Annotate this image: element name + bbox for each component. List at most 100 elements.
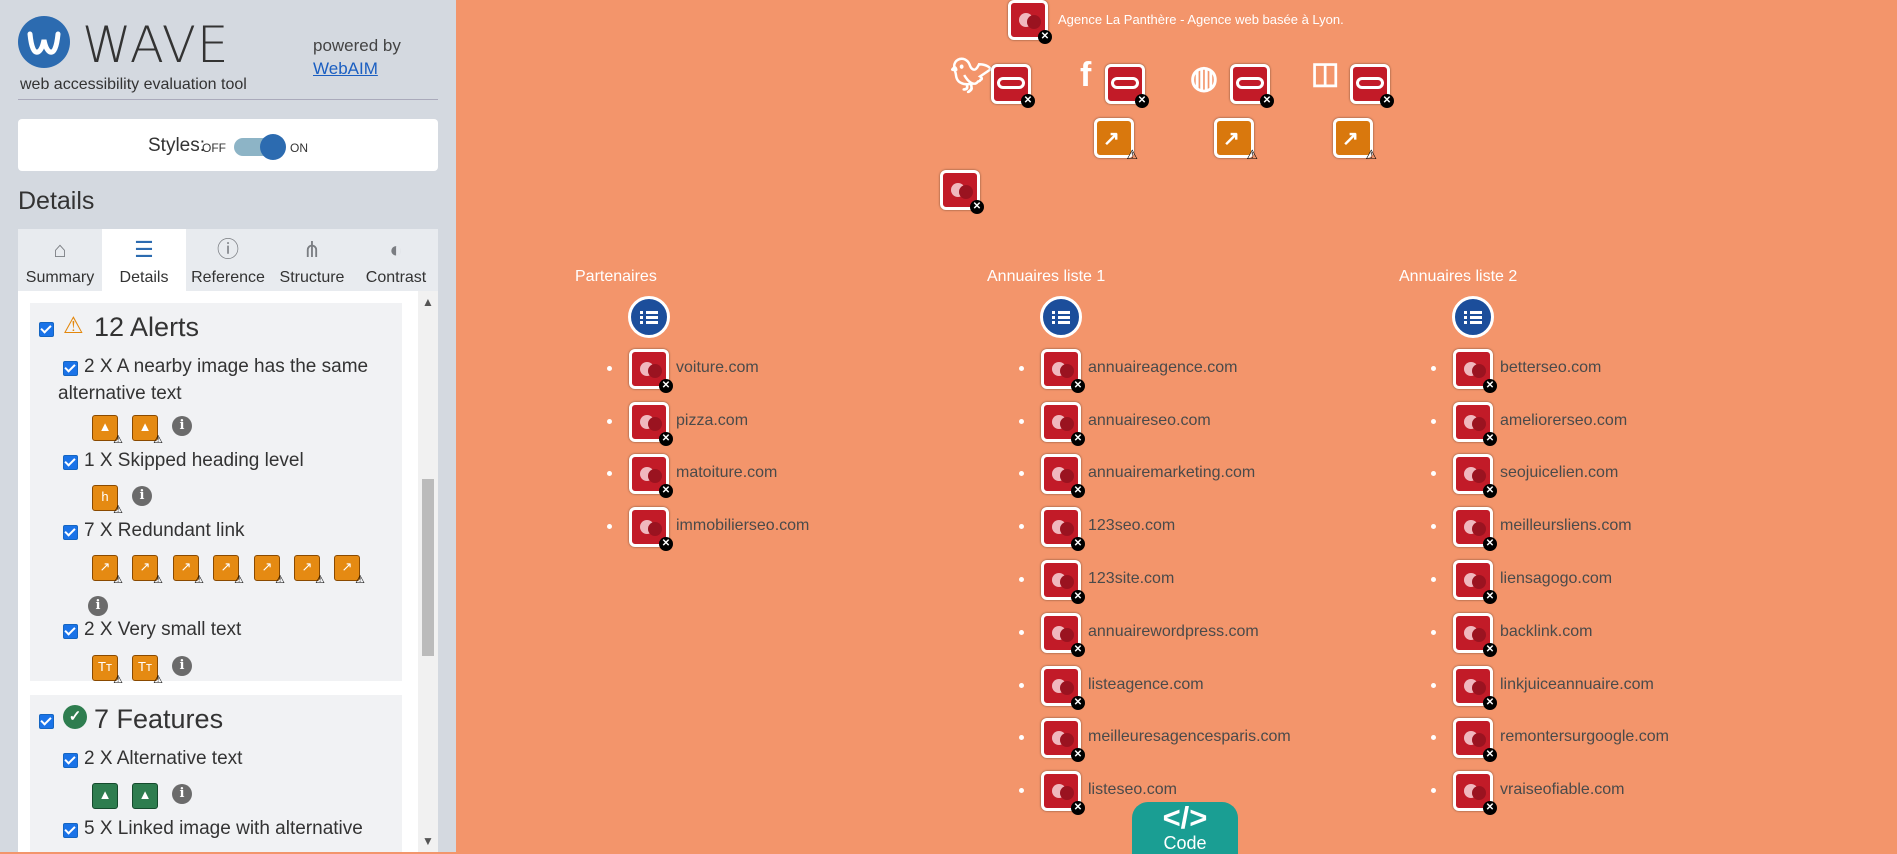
alert-item-checkbox[interactable] (63, 455, 78, 470)
alert-redundant-link-icon[interactable]: ↗ ⚠ (92, 555, 123, 586)
list-link[interactable]: betterseo.com (1500, 359, 1601, 377)
alert-item-checkbox[interactable] (63, 624, 78, 639)
tab-contrast[interactable]: ◐ Contrast (354, 229, 438, 291)
styles-toggle[interactable] (234, 134, 286, 160)
error-linked-image-icon[interactable]: ✕ (629, 402, 673, 446)
list-link[interactable]: voiture.com (676, 359, 759, 377)
tab-details[interactable]: ☰ Details (102, 229, 186, 291)
info-icon[interactable]: i (88, 596, 108, 616)
error-linked-image-icon[interactable]: ✕ (1041, 560, 1085, 604)
error-linked-image-icon[interactable]: ✕ (1453, 718, 1497, 762)
toggle-knob[interactable] (260, 134, 286, 160)
instagram-icon[interactable]: ◫ (1311, 56, 1339, 91)
error-link-icon[interactable]: ✕ (1105, 64, 1149, 108)
scrollbar-thumb[interactable] (422, 479, 434, 656)
error-linked-image-icon[interactable]: ✕ (1453, 402, 1497, 446)
dribbble-icon[interactable]: ◍ (1190, 58, 1218, 96)
alert-item-checkbox[interactable] (63, 525, 78, 540)
list-link[interactable]: listeseo.com (1088, 781, 1177, 799)
list-link[interactable]: backlink.com (1500, 623, 1592, 641)
error-linked-image-icon[interactable]: ✕ (1453, 560, 1497, 604)
list-link[interactable]: seojuicelien.com (1500, 464, 1618, 482)
alerts-checkbox[interactable] (39, 322, 54, 337)
alert-nearby-image-icon[interactable]: ▲ ⚠ (132, 415, 163, 446)
list-link[interactable]: listeagence.com (1088, 676, 1204, 694)
alert-redundant-link-icon[interactable]: ↗ ⚠ (213, 555, 244, 586)
info-icon[interactable]: i (172, 416, 192, 436)
error-linked-image-icon[interactable]: ✕ (1041, 349, 1085, 393)
list-link[interactable]: meilleursliens.com (1500, 517, 1632, 535)
error-linked-image-icon[interactable]: ✕ (1041, 666, 1085, 710)
list-link[interactable]: 123seo.com (1088, 517, 1175, 535)
error-linked-image-icon[interactable]: ✕ (1453, 349, 1497, 393)
alert-redundant-link-icon[interactable]: ↗ ⚠ (1094, 118, 1138, 162)
list-link[interactable]: annuairewordpress.com (1088, 623, 1259, 641)
facebook-icon[interactable]: f (1080, 56, 1091, 95)
code-button[interactable]: </> Code (1132, 800, 1238, 854)
tab-summary[interactable]: ⌂ Summary (18, 229, 102, 291)
error-linked-image-icon[interactable]: ✕ (1041, 613, 1085, 657)
error-linked-image-icon[interactable]: ✕ (1453, 507, 1497, 551)
alert-redundant-link-icon[interactable]: ↗ ⚠ (1333, 118, 1377, 162)
list-link[interactable]: ameliorerseo.com (1500, 412, 1627, 430)
error-link-icon[interactable]: ✕ (1230, 64, 1274, 108)
feature-item-checkbox[interactable] (63, 823, 78, 838)
list-link[interactable]: annuaireseo.com (1088, 412, 1211, 430)
info-icon[interactable]: i (172, 656, 192, 676)
error-linked-image-icon[interactable]: ✕ (1041, 771, 1085, 815)
alert-redundant-link-icon[interactable]: ↗ ⚠ (173, 555, 204, 586)
tab-structure[interactable]: ⋔ Structure (270, 229, 354, 291)
webaim-link[interactable]: WebAIM (313, 57, 401, 80)
feature-item-checkbox[interactable] (63, 753, 78, 768)
alert-nearby-image-icon[interactable]: ▲ ⚠ (92, 415, 123, 446)
list-link[interactable]: meilleuresagencesparis.com (1088, 728, 1291, 746)
error-linked-image-icon[interactable]: ✕ (1453, 666, 1497, 710)
alert-small-text-icon[interactable]: Tт ⚠ (92, 655, 123, 686)
error-image-icon[interactable]: ✕ (1008, 0, 1052, 44)
error-linked-image-icon[interactable]: ✕ (1453, 771, 1497, 815)
list-structure-icon[interactable] (1452, 296, 1494, 338)
list-link[interactable]: pizza.com (676, 412, 748, 430)
scroll-down-icon[interactable]: ▼ (418, 834, 438, 848)
error-linked-image-icon[interactable]: ✕ (629, 454, 673, 498)
list-structure-icon[interactable] (628, 296, 670, 338)
twitter-icon[interactable]: 🐦︎ (950, 56, 993, 96)
error-linked-image-icon[interactable]: ✕ (1041, 507, 1085, 551)
features-checkbox[interactable] (39, 714, 54, 729)
tab-reference[interactable]: ⓘ Reference (186, 229, 270, 291)
details-panel[interactable]: ⚠ 12 Alerts 2 X A nearby image has the s… (18, 291, 438, 852)
error-link-icon[interactable]: ✕ (1350, 64, 1394, 108)
alert-redundant-link-icon[interactable]: ↗ ⚠ (254, 555, 285, 586)
error-linked-image-icon[interactable]: ✕ (629, 507, 673, 551)
alert-redundant-link-icon[interactable]: ↗ ⚠ (294, 555, 325, 586)
scroll-up-icon[interactable]: ▲ (418, 295, 438, 309)
list-link[interactable]: immobilierseo.com (676, 517, 809, 535)
error-linked-image-icon[interactable]: ✕ (1041, 454, 1085, 498)
error-linked-image-icon[interactable]: ✕ (1453, 454, 1497, 498)
alert-skipped-heading-icon[interactable]: h ⚠ (92, 485, 123, 516)
list-link[interactable]: annuaireagence.com (1088, 359, 1237, 377)
error-image-icon[interactable]: ✕ (940, 170, 984, 214)
list-structure-icon[interactable] (1040, 296, 1082, 338)
feature-alt-text-icon[interactable]: ▲ (132, 783, 158, 809)
info-icon[interactable]: i (132, 486, 152, 506)
error-linked-image-icon[interactable]: ✕ (1041, 718, 1085, 762)
details-scrollbar[interactable]: ▲ ▼ (418, 291, 438, 852)
list-link[interactable]: linkjuiceannuaire.com (1500, 676, 1654, 694)
error-linked-image-icon[interactable]: ✕ (629, 349, 673, 393)
feature-alt-text-icon[interactable]: ▲ (92, 783, 118, 809)
list-link[interactable]: vraiseofiable.com (1500, 781, 1625, 799)
list-link[interactable]: 123site.com (1088, 570, 1174, 588)
list-link[interactable]: liensagogo.com (1500, 570, 1612, 588)
alert-redundant-link-icon[interactable]: ↗ ⚠ (334, 555, 365, 586)
error-link-icon[interactable]: ✕ (991, 64, 1035, 108)
alert-small-text-icon[interactable]: Tт ⚠ (132, 655, 163, 686)
list-link[interactable]: matoiture.com (676, 464, 777, 482)
list-link[interactable]: remontersurgoogle.com (1500, 728, 1669, 746)
list-link[interactable]: annuairemarketing.com (1088, 464, 1255, 482)
info-icon[interactable]: i (172, 784, 192, 804)
alert-redundant-link-icon[interactable]: ↗ ⚠ (132, 555, 163, 586)
error-linked-image-icon[interactable]: ✕ (1453, 613, 1497, 657)
alert-redundant-link-icon[interactable]: ↗ ⚠ (1214, 118, 1258, 162)
error-linked-image-icon[interactable]: ✕ (1041, 402, 1085, 446)
